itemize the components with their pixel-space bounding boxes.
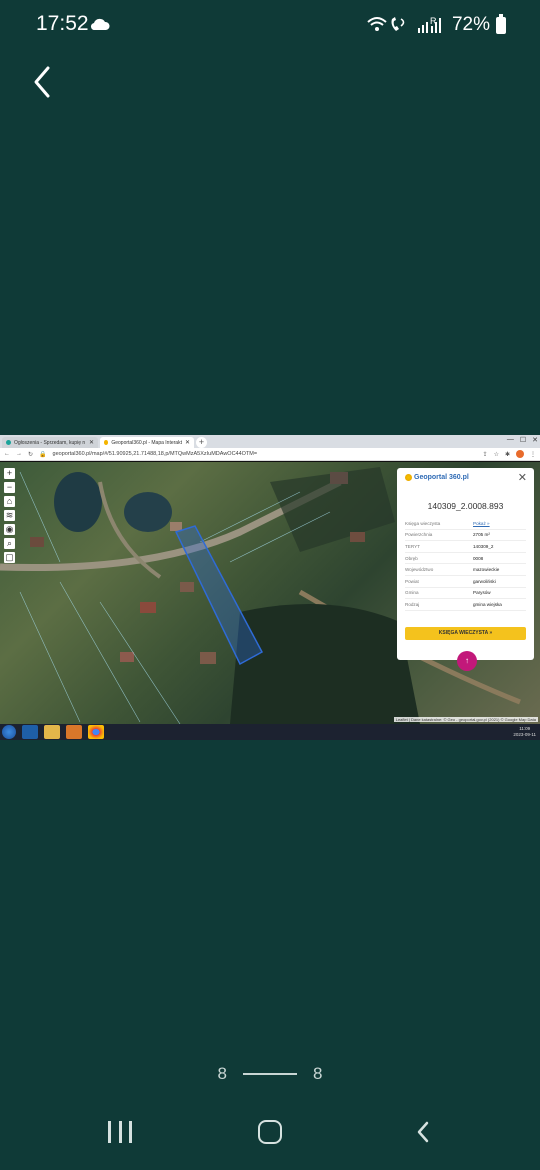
tab-favicon-icon: [6, 440, 11, 445]
cloud-icon: [91, 18, 110, 30]
browser-tab-strip: Ogłoszenia - Sprzedam, kupię n ✕ Geoport…: [0, 435, 540, 448]
zoom-out-button[interactable]: −: [4, 482, 15, 493]
detail-row: Obręb 0008: [405, 553, 526, 565]
detail-row: Powierzchnia 2705 m²: [405, 530, 526, 542]
back-button[interactable]: [24, 62, 64, 102]
maximize-icon[interactable]: ☐: [520, 436, 526, 444]
parcel-details: Księga wieczysta Pokaż » Powierzchnia 2705…: [405, 518, 526, 611]
start-button[interactable]: [2, 725, 16, 739]
home-map-icon[interactable]: ⌂: [4, 496, 15, 507]
windows-taskbar: 11:09 2023-09-11: [0, 724, 540, 740]
star-icon[interactable]: ☆: [494, 451, 499, 458]
wifi-calling-icon: [367, 17, 405, 31]
nav-back-icon[interactable]: ←: [4, 451, 10, 457]
minimize-icon[interactable]: —: [507, 436, 514, 444]
home-button[interactable]: [258, 1120, 282, 1144]
battery-icon: [496, 13, 506, 34]
status-icons: R 72%: [366, 13, 506, 36]
new-tab-button[interactable]: +: [196, 437, 207, 448]
pager-current: 8: [217, 1064, 227, 1083]
system-back-button[interactable]: [412, 1120, 436, 1144]
zoom-in-button[interactable]: +: [4, 468, 15, 479]
signal-icon: R: [417, 16, 441, 33]
chevron-left-icon: [417, 1121, 429, 1143]
system-tray-clock[interactable]: 11:09 2023-09-11: [513, 726, 536, 738]
close-icon[interactable]: ✕: [518, 471, 527, 484]
map-attribution: Leaflet | Dane katastralne: © Geo - geop…: [393, 717, 538, 722]
browser-tab-active[interactable]: Geoportal360.pl - Mapa Interakt ✕: [100, 437, 194, 448]
tab-favicon-icon: [104, 440, 109, 445]
detail-row: TERYT 140309_2: [405, 541, 526, 553]
share-icon[interactable]: ⇪: [483, 451, 488, 458]
detail-row: Powiat garwoliński: [405, 576, 526, 588]
land-register-link[interactable]: Pokaż »: [473, 521, 490, 526]
image-pager: 8 8: [0, 1064, 540, 1084]
parcel-popup: Geoportal 360.pl ✕ 140309_2.0008.893 Ksi…: [397, 468, 534, 660]
status-bar: 17:52 R 72%: [0, 0, 540, 52]
screenshot-image[interactable]: Ogłoszenia - Sprzedam, kupię n ✕ Geoport…: [0, 435, 540, 740]
measure-icon[interactable]: ▢: [4, 552, 15, 563]
map-pin-icon[interactable]: ↑: [457, 651, 477, 671]
tab-close-icon[interactable]: ✕: [185, 439, 190, 446]
detail-row: Księga wieczysta Pokaż »: [405, 518, 526, 530]
status-time: 17:52: [36, 12, 89, 35]
extensions-icon[interactable]: ✱: [505, 451, 510, 458]
window-controls: — ☐ ✕: [507, 436, 538, 444]
pager-total: 8: [313, 1064, 323, 1083]
media-player-icon[interactable]: [66, 725, 82, 739]
recent-apps-button[interactable]: [108, 1121, 132, 1143]
battery-percent: 72%: [451, 14, 490, 35]
layers-icon[interactable]: ≋: [4, 510, 15, 521]
chrome-icon[interactable]: [88, 725, 104, 739]
system-nav-bar: [0, 1100, 540, 1170]
explorer-icon[interactable]: [44, 725, 60, 739]
url-field[interactable]: geoportal360.pl/map/#/51.90925,21.71488,…: [53, 451, 477, 457]
tab-label: Geoportal360.pl - Mapa Interakt: [111, 439, 182, 446]
logo-text: Geoportal 360.pl: [414, 474, 469, 481]
land-register-button[interactable]: KSIĘGA WIECZYSTA »: [405, 627, 526, 640]
nav-forward-icon[interactable]: →: [16, 451, 22, 457]
satellite-map[interactable]: + − ⌂ ≋ ◉ ⌕ ▢ Geoportal 360.pl ✕ 140309_…: [0, 462, 540, 724]
search-icon[interactable]: ⌕: [4, 538, 15, 549]
reload-icon[interactable]: ↻: [28, 451, 33, 458]
map-controls: + − ⌂ ≋ ◉ ⌕ ▢: [4, 468, 15, 563]
tab-close-icon[interactable]: ✕: [89, 439, 94, 446]
close-window-icon[interactable]: ✕: [532, 436, 538, 444]
chevron-left-icon: [34, 66, 50, 98]
ie-icon[interactable]: [22, 725, 38, 739]
pager-divider: [243, 1073, 297, 1075]
detail-row: Rodzaj gmina wiejska: [405, 599, 526, 611]
address-bar: ← → ↻ 🔒 geoportal360.pl/map/#/51.90925,2…: [0, 448, 540, 461]
detail-row: Województwo mazowieckie: [405, 564, 526, 576]
lock-icon: 🔒: [39, 451, 47, 458]
parcel-id: 140309_2.0008.893: [427, 501, 504, 511]
tab-label: Ogłoszenia - Sprzedam, kupię n: [14, 439, 86, 446]
geoportal-logo: Geoportal 360.pl: [405, 474, 469, 481]
profile-avatar[interactable]: [516, 450, 524, 458]
highlighted-parcel[interactable]: [174, 525, 264, 666]
menu-icon[interactable]: ⋮: [530, 451, 536, 458]
logo-mark-icon: [405, 474, 412, 481]
browser-tab[interactable]: Ogłoszenia - Sprzedam, kupię n ✕: [2, 437, 98, 448]
detail-row: Gmina Parysów: [405, 588, 526, 600]
location-icon[interactable]: ◉: [4, 524, 15, 535]
